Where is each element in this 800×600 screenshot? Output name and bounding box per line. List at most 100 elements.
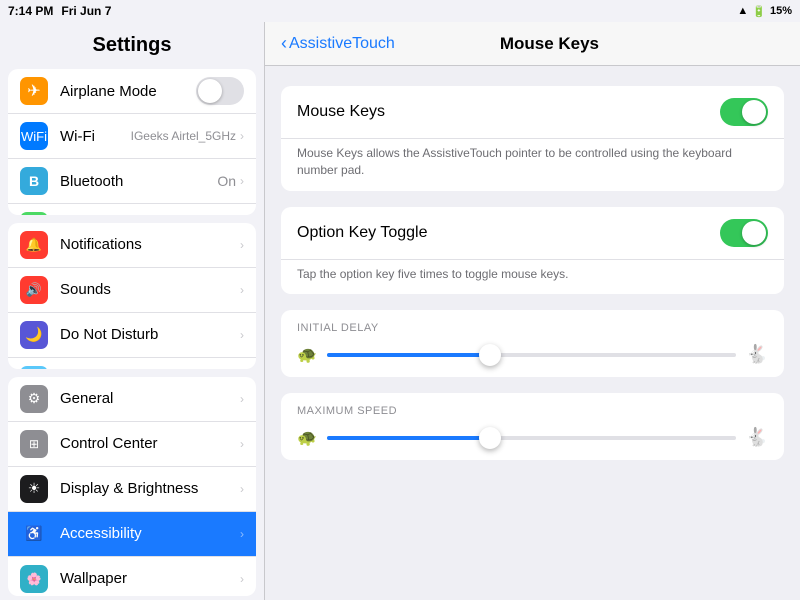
- brightness-label: Display & Brightness: [60, 480, 240, 497]
- sounds-chevron: ›: [240, 283, 244, 297]
- sidebar-item-brightness[interactable]: ☀ Display & Brightness ›: [8, 467, 256, 512]
- optionkey-label: Option Key Toggle: [297, 224, 720, 242]
- optionkey-row: Option Key Toggle: [281, 207, 784, 260]
- initialdelay-row: 🐢 🐇: [297, 344, 768, 365]
- turtle-slow-icon: 🐢: [297, 345, 317, 365]
- wifi-value: IGeeks Airtel_5GHz: [131, 129, 236, 143]
- accessibility-chevron: ›: [240, 527, 244, 541]
- bluetooth-label: Bluetooth: [60, 173, 217, 190]
- sidebar-title: Settings: [0, 22, 264, 65]
- brightness-icon: ☀: [20, 475, 48, 503]
- controlcenter-chevron: ›: [240, 437, 244, 451]
- wallpaper-icon: 🌸: [20, 565, 48, 593]
- mousekeys-toggle-knob: [742, 100, 766, 124]
- sidebar-item-wallpaper[interactable]: 🌸 Wallpaper ›: [8, 557, 256, 596]
- donotdisturb-chevron: ›: [240, 328, 244, 342]
- notifications-icon: 🔔: [20, 231, 48, 259]
- screentime-icon: ⏳: [20, 366, 48, 369]
- general-icon: ⚙: [20, 385, 48, 413]
- accessibility-icon: ♿: [20, 520, 48, 548]
- airplane-toggle-knob: [198, 79, 222, 103]
- optionkey-toggle-knob: [742, 221, 766, 245]
- rabbit-fast-icon: 🐇: [746, 344, 768, 365]
- sounds-icon: 🔊: [20, 276, 48, 304]
- battery-percent: 15%: [770, 5, 792, 17]
- initialdelay-section: INITIAL DELAY 🐢 🐇: [281, 310, 784, 377]
- mousekeys-description: Mouse Keys allows the AssistiveTouch poi…: [281, 139, 784, 191]
- initialdelay-track[interactable]: [327, 353, 736, 357]
- sidebar-item-bluetooth[interactable]: B Bluetooth On ›: [8, 159, 256, 204]
- wifi-label: Wi-Fi: [60, 128, 131, 145]
- status-left: 7:14 PM Fri Jun 7: [8, 4, 111, 18]
- status-date: Fri Jun 7: [61, 4, 111, 18]
- controlcenter-label: Control Center: [60, 435, 240, 452]
- notifications-chevron: ›: [240, 238, 244, 252]
- status-bar: 7:14 PM Fri Jun 7 ▲ 🔋 15%: [0, 0, 800, 22]
- back-button[interactable]: ‹ AssistiveTouch: [281, 33, 395, 54]
- sidebar-item-accessibility[interactable]: ♿ Accessibility ›: [8, 512, 256, 557]
- general-label: General: [60, 390, 240, 407]
- brightness-chevron: ›: [240, 482, 244, 496]
- detail-content: Mouse Keys Mouse Keys allows the Assisti…: [265, 66, 800, 480]
- donotdisturb-label: Do Not Disturb: [60, 326, 240, 343]
- mousekeys-row: Mouse Keys: [281, 86, 784, 139]
- wifi-chevron: ›: [240, 129, 244, 143]
- sounds-label: Sounds: [60, 281, 240, 298]
- wallpaper-chevron: ›: [240, 572, 244, 586]
- mousekeys-toggle[interactable]: [720, 98, 768, 126]
- sidebar-item-cellular[interactable]: 📡 Cellular Data Off ›: [8, 204, 256, 215]
- accessibility-label: Accessibility: [60, 525, 240, 542]
- bluetooth-chevron: ›: [240, 174, 244, 188]
- turtle-slow2-icon: 🐢: [297, 428, 317, 448]
- initialdelay-fill: [327, 353, 490, 357]
- sidebar-section-1: ✈ Airplane Mode WiFi Wi-Fi IGeeks Airtel…: [8, 69, 256, 215]
- optionkey-description: Tap the option key five times to toggle …: [281, 260, 784, 295]
- sidebar-item-airplane[interactable]: ✈ Airplane Mode: [8, 69, 256, 114]
- sidebar-item-donotdisturb[interactable]: 🌙 Do Not Disturb ›: [8, 313, 256, 358]
- sidebar-item-sounds[interactable]: 🔊 Sounds ›: [8, 268, 256, 313]
- optionkey-card: Option Key Toggle Tap the option key fiv…: [281, 207, 784, 295]
- detail-header: ‹ AssistiveTouch Mouse Keys: [265, 22, 800, 66]
- sidebar: Settings ✈ Airplane Mode WiFi Wi-Fi IGee…: [0, 22, 265, 600]
- detail-title: Mouse Keys: [395, 34, 704, 54]
- main-layout: Settings ✈ Airplane Mode WiFi Wi-Fi IGee…: [0, 22, 800, 600]
- wifi-icon: ▲: [737, 5, 748, 17]
- detail-panel: ‹ AssistiveTouch Mouse Keys Mouse Keys M…: [265, 22, 800, 600]
- mousekeys-card: Mouse Keys Mouse Keys allows the Assisti…: [281, 86, 784, 191]
- donotdisturb-icon: 🌙: [20, 321, 48, 349]
- general-chevron: ›: [240, 392, 244, 406]
- sidebar-item-general[interactable]: ⚙ General ›: [8, 377, 256, 422]
- sidebar-item-screentime[interactable]: ⏳ Screen Time ›: [8, 358, 256, 369]
- rabbit-fast2-icon: 🐇: [746, 427, 768, 448]
- sidebar-section-2: 🔔 Notifications › 🔊 Sounds › 🌙 Do Not Di…: [8, 223, 256, 369]
- initialdelay-label: INITIAL DELAY: [297, 322, 768, 334]
- bluetooth-icon: B: [20, 167, 48, 195]
- optionkey-toggle[interactable]: [720, 219, 768, 247]
- battery-icon: 🔋: [752, 5, 766, 18]
- wifi-icon: WiFi: [20, 122, 48, 150]
- airplane-icon: ✈: [20, 77, 48, 105]
- cellular-icon: 📡: [20, 212, 48, 215]
- wallpaper-label: Wallpaper: [60, 570, 240, 587]
- sidebar-item-wifi[interactable]: WiFi Wi-Fi IGeeks Airtel_5GHz ›: [8, 114, 256, 159]
- maxspeed-label: MAXIMUM SPEED: [297, 405, 768, 417]
- airplane-toggle[interactable]: [196, 77, 244, 105]
- status-right: ▲ 🔋 15%: [737, 5, 792, 18]
- maxspeed-section: MAXIMUM SPEED 🐢 🐇: [281, 393, 784, 460]
- back-chevron-icon: ‹: [281, 33, 287, 54]
- notifications-label: Notifications: [60, 236, 240, 253]
- maxspeed-track[interactable]: [327, 436, 736, 440]
- back-label: AssistiveTouch: [289, 35, 395, 53]
- airplane-label: Airplane Mode: [60, 83, 196, 100]
- sidebar-item-controlcenter[interactable]: ⊞ Control Center ›: [8, 422, 256, 467]
- maxspeed-thumb: [479, 427, 501, 449]
- sidebar-section-3: ⚙ General › ⊞ Control Center › ☀ Display…: [8, 377, 256, 596]
- maxspeed-row: 🐢 🐇: [297, 427, 768, 448]
- maxspeed-fill: [327, 436, 490, 440]
- initialdelay-thumb: [479, 344, 501, 366]
- mousekeys-label: Mouse Keys: [297, 103, 720, 121]
- bluetooth-value: On: [217, 173, 236, 189]
- sidebar-item-notifications[interactable]: 🔔 Notifications ›: [8, 223, 256, 268]
- status-time: 7:14 PM: [8, 4, 53, 18]
- controlcenter-icon: ⊞: [20, 430, 48, 458]
